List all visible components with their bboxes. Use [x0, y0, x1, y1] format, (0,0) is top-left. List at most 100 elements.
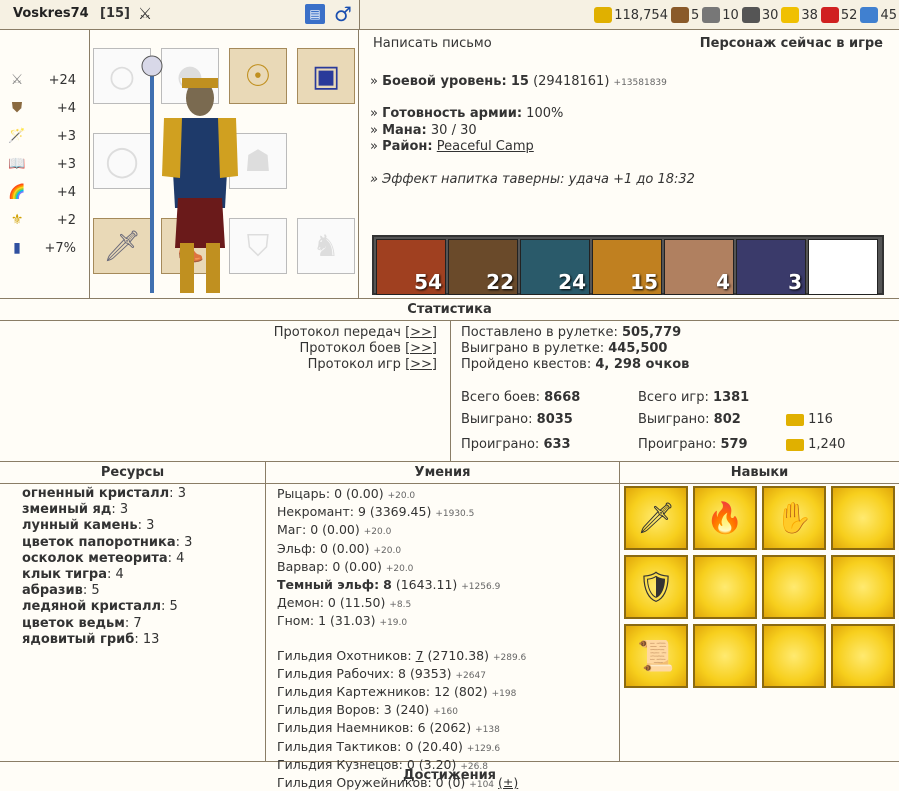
games-lost-label: Проиграно: [638, 437, 717, 452]
combat-exp-delta: +13581839 [613, 78, 667, 88]
stat-morale: ⚜ +2 [8, 210, 76, 230]
army-ready-value: 100% [526, 106, 564, 121]
resource-qty: 3 [177, 486, 186, 501]
stat-magic-power: 🪄 +3 [8, 126, 76, 146]
army-unit-5[interactable]: 4 [664, 239, 734, 295]
unit-count: 24 [558, 270, 586, 294]
resource-qty: 5 [169, 599, 178, 615]
mana-label: Мана: [382, 123, 427, 138]
protocol-games-link[interactable]: [>>] [405, 357, 437, 372]
combat-level-value: 15 [510, 74, 529, 89]
ore-resource: 10 [702, 7, 739, 23]
resource-item: ледяной кристалл: 5 [22, 599, 178, 615]
faction-skill-row-active: Темный эльф: 8 (1643.11) +1256.9 [277, 577, 526, 595]
knowledge-icon: 📖 [8, 156, 26, 172]
district-link[interactable]: Peaceful Camp [437, 139, 534, 154]
resource-item: огненный кристалл: 3 [22, 486, 186, 501]
shield-face-perk-icon: 🛡 [636, 569, 676, 605]
statistics-section: Статистика Протокол передач [>>] Протоко… [0, 299, 899, 462]
top-header: Voskres74 [15] ⚔ ▤ ♂ 118,754 5 10 30 38 … [0, 0, 899, 30]
guild-row: Гильдия Картежников: 12 (802) +198 [277, 684, 526, 702]
equip-slot-book[interactable]: ▣ [297, 48, 355, 104]
stat-knowledge: 📖 +3 [8, 154, 76, 174]
guild-value: 12 (802) [434, 684, 488, 700]
army-ready-label: Готовность армии: [382, 106, 523, 121]
faction-skill-row: Некромант: 9 (3369.45) +1930.5 [277, 504, 526, 522]
perk-cell[interactable]: ✋ [762, 486, 826, 550]
protocol-transfers-link[interactable]: [>>] [405, 325, 437, 340]
army-unit-2[interactable]: 22 [448, 239, 518, 295]
perk-cell[interactable]: 🛡 [624, 555, 688, 619]
info-card-icon[interactable]: ▤ [305, 4, 325, 24]
unit-count: 4 [716, 270, 730, 294]
perk-cell[interactable]: 🗡 [624, 486, 688, 550]
protocol-battles-link[interactable]: [>>] [405, 341, 437, 356]
resource-item: змеиный яд: 3 [22, 502, 129, 518]
faction-skill-row: Гном: 1 (31.03) +19.0 [277, 613, 526, 631]
stat-luck: 🌈 +4 [8, 182, 76, 202]
district-label: Район: [382, 139, 433, 154]
resource-name: осколок метеорита [22, 550, 168, 566]
guild-hunters-link[interactable]: 7 [416, 648, 424, 663]
guild-name: Гильдия Тактиков: [277, 738, 402, 754]
equip-slot-horse[interactable]: ♞ [297, 218, 355, 274]
fire-head-perk-icon: 🔥 [706, 500, 744, 536]
stat-value: +2 [56, 212, 76, 228]
army-unit-4[interactable]: 15 [592, 239, 662, 295]
sulfur-resource: 38 [781, 7, 818, 23]
faction-value: 0 (11.50) [327, 595, 386, 611]
army-unit-6[interactable]: 3 [736, 239, 806, 295]
horse-slot-icon: ♞ [312, 228, 340, 264]
battles-total-value: 8668 [544, 390, 581, 405]
resource-qty: 5 [91, 583, 100, 599]
resource-qty: 3 [146, 518, 155, 534]
gold-resource: 118,754 [594, 7, 668, 23]
hero-figure [141, 55, 238, 293]
faction-delta: +20.0 [363, 527, 392, 538]
games-won: Выиграно: 802 [638, 412, 741, 427]
resources-list: огненный кристалл: 3 змеиный яд: 3 лунны… [22, 486, 192, 648]
faction-value: 9 (3369.45) [357, 504, 432, 520]
character-panel: ⚔ +24 ⛊ +4 🪄 +3 📖 +3 🌈 +4 ⚜ +2 ▮ +7% ○ ◓ ☉ ▣ ◯ … [0, 30, 899, 299]
perk-cell[interactable]: 📜 [624, 624, 688, 688]
perks-title: Навыки [620, 462, 899, 484]
roulette-won-label: Выиграно в рулетке: [461, 341, 605, 356]
perk-cell-empty [762, 624, 826, 688]
resource-name: клык тигра [22, 567, 107, 583]
faction-name: Темный эльф: [277, 577, 380, 593]
gold-icon [786, 438, 804, 451]
army-unit-7[interactable] [808, 239, 878, 295]
guild-name: Гильдия Наемников: [277, 720, 414, 736]
scroll-perk-icon: 📜 [637, 638, 675, 674]
army-unit-3[interactable]: 24 [520, 239, 590, 295]
skills-title: Умения [266, 462, 620, 484]
perk-cell-empty [693, 555, 757, 619]
attack-icon: ⚔ [10, 72, 24, 88]
stat-value: +4 [56, 184, 76, 200]
character-info: Написать письмо Персонаж сейчас в игре »… [360, 30, 899, 299]
write-letter-link[interactable]: Написать письмо [373, 36, 492, 51]
perk-cell[interactable]: 🔥 [693, 486, 757, 550]
roulette-won-value: 445,500 [608, 341, 668, 356]
stat-value: +3 [56, 156, 76, 172]
online-status: Персонаж сейчас в игре [699, 36, 883, 51]
achievements-section[interactable]: Достижения [0, 762, 899, 791]
guild-value: 0 (20.40) [405, 738, 463, 754]
unit-count: 54 [414, 270, 442, 294]
stat-initiative: ▮ +7% [8, 238, 76, 258]
character-nick[interactable]: Voskres74 [13, 6, 89, 21]
army-unit-1[interactable]: 54 [376, 239, 446, 295]
unit-count: 15 [630, 270, 658, 294]
guild-value: 8 (9353) [398, 665, 452, 681]
statistics-title: Статистика [407, 302, 492, 317]
guild-delta: +198 [491, 689, 517, 700]
faction-name: Варвар: [277, 558, 329, 574]
faction-value: 0 (0.00) [310, 522, 360, 538]
roulette-bet-label: Поставлено в рулетке: [461, 325, 618, 340]
perk-cell-empty [693, 624, 757, 688]
defense-icon: ⛊ [11, 100, 23, 116]
resource-name: цветок папоротника [22, 534, 176, 550]
games-lost-value: 579 [720, 437, 748, 452]
resource-qty: 7 [133, 615, 142, 631]
games-lost-gold: 1,240 [786, 437, 845, 452]
